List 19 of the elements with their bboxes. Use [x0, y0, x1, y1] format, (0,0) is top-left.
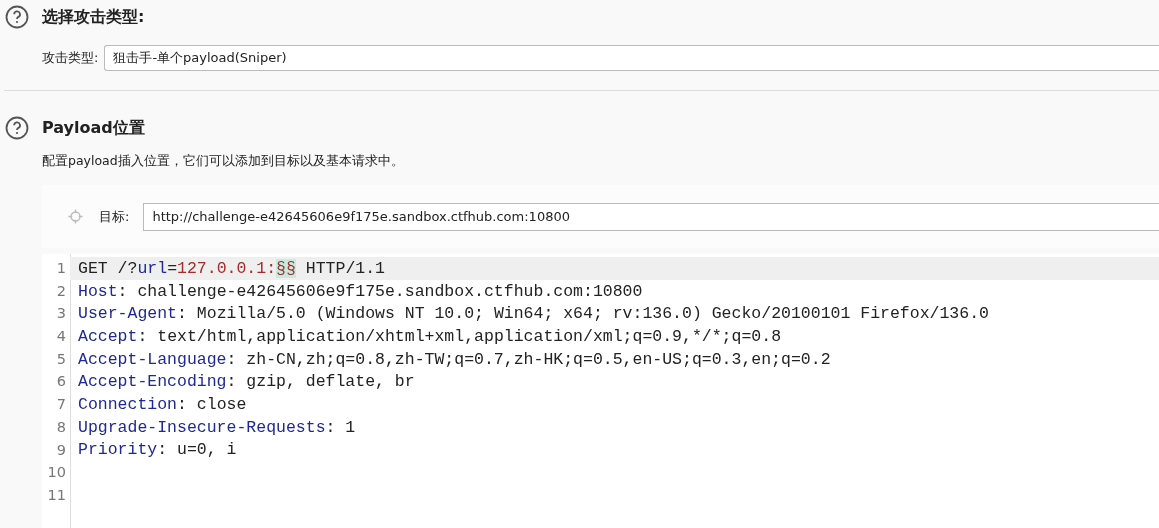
code-line: Accept: text/html,application/xhtml+xml,application/xml;q=0.9,*/*;q=0.8	[77, 326, 782, 346]
help-icon[interactable]	[5, 5, 29, 29]
code-line: Accept-Language: zh-CN,zh;q=0.8,zh-TW;q=0.7,zh-HK;q=0.5,en-US;q=0.3,en;q=0.2	[77, 349, 831, 369]
crosshair-icon	[68, 209, 83, 224]
attack-type-dropdown[interactable]: 狙击手-单个payload(Sniper)	[104, 45, 1159, 71]
help-icon[interactable]	[5, 116, 29, 140]
target-field[interactable]: http://challenge-e42645606e9f175e.sandbox.ctfhub.com:10800	[143, 202, 1159, 231]
code-line: Connection: close	[77, 394, 247, 414]
code-line: Upgrade-Insecure-Requests: 1	[77, 417, 356, 437]
section-title: Payload位置	[42, 117, 145, 139]
attack-type-label: 攻击类型:	[42, 49, 99, 67]
code-line: User-Agent: Mozilla/5.0 (Windows NT 10.0; Win64; x64; rv:136.0) Gecko/20100101 Firefox/136.0	[77, 304, 989, 324]
code-line: Priority: u=0, i	[77, 440, 237, 460]
code-line: Accept-Encoding: gzip, deflate, br	[77, 372, 415, 392]
section-description: 配置payload插入位置，它们可以添加到目标以及基本请求中。	[41, 152, 405, 170]
target-label: 目标:	[99, 207, 130, 226]
code-line: Host: challenge-e42645606e9f175e.sandbox.ctfhub.com:10800	[77, 281, 643, 301]
code-line: GET /?url=127.0.0.1:§§ HTTP/1.1	[77, 258, 385, 278]
section-title: 选择攻击类型:	[42, 6, 145, 28]
